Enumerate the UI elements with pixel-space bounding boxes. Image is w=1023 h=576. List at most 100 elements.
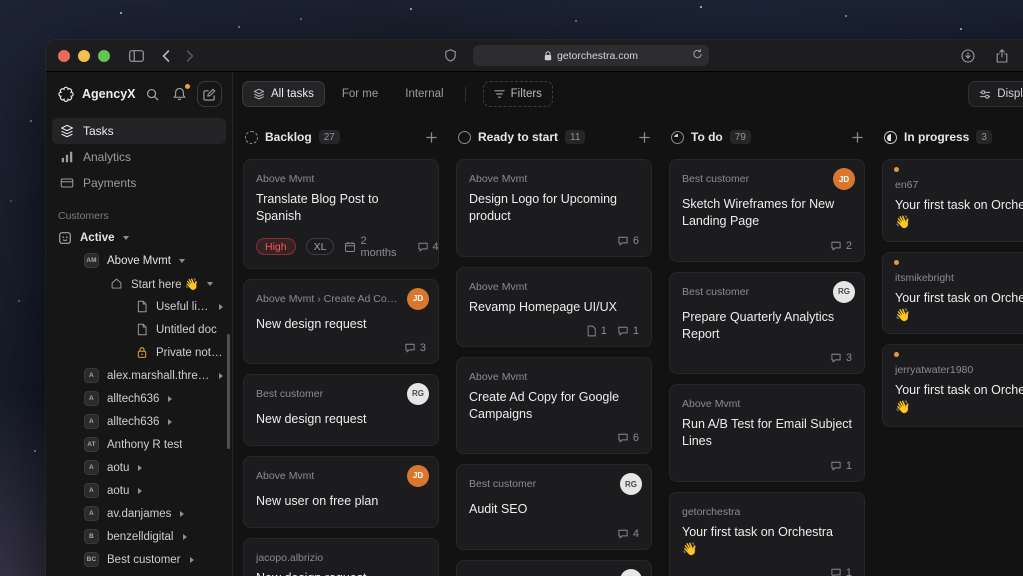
card-title: Sketch Wireframes for New Landing Page	[682, 196, 852, 231]
comment-icon	[617, 528, 629, 540]
reload-icon[interactable]	[692, 48, 703, 63]
add-task-icon[interactable]	[639, 132, 650, 143]
notifications-bell-icon[interactable]	[169, 83, 191, 105]
tree-item-alltech636-2[interactable]: A alltech636	[46, 410, 232, 433]
card-customer: jacopo.albrizio	[256, 549, 426, 564]
workspace-name[interactable]: AgencyX	[82, 87, 136, 101]
window-controls	[58, 50, 110, 62]
customers-tree: Active AM Above Mvmt Start here 👋	[46, 226, 232, 571]
task-card[interactable]: en67 Your first task on Orchestra 👋	[882, 159, 1023, 242]
layers-icon	[253, 88, 265, 100]
comments-meta: 1	[617, 325, 639, 337]
browser-sidebar-icon[interactable]	[124, 45, 148, 67]
tree-item-private-notes[interactable]: Private notes with the ...	[46, 341, 232, 364]
card-list: Above Mvmt Translate Blog Post to Spanis…	[243, 159, 439, 576]
tree-label: aotu	[107, 462, 129, 474]
task-card[interactable]: Above Mvmt JD New user on free plan	[243, 456, 439, 528]
ready-status-icon	[458, 131, 471, 144]
tree-item-best-customer[interactable]: BC Best customer	[46, 548, 232, 571]
sidebar-item-analytics[interactable]: Analytics	[52, 144, 226, 170]
card-title: New design request	[256, 316, 426, 333]
tree-label: Above Mvmt	[107, 255, 171, 267]
tree-label: aotu	[107, 485, 129, 497]
chevron-down-icon	[123, 236, 129, 243]
address-bar[interactable]: getorchestra.com	[473, 45, 710, 66]
sidebar-item-payments[interactable]: Payments	[52, 170, 226, 196]
tree-item-aotu-2[interactable]: A aotu	[46, 479, 232, 502]
task-card[interactable]: Above Mvmt Translate Blog Post to Spanis…	[243, 159, 439, 269]
forward-icon[interactable]	[178, 45, 202, 67]
card-list: Best customer JD Sketch Wireframes for N…	[669, 159, 865, 576]
compose-button[interactable]	[197, 81, 222, 107]
tree-label: Start here 👋	[131, 277, 199, 291]
tree-item-av-danjames[interactable]: A av.danjames	[46, 502, 232, 525]
tree-item-anthony-r-test[interactable]: AT Anthony R test	[46, 433, 232, 456]
backlog-status-icon	[245, 131, 258, 144]
filter-toolbar: All tasks For me Internal Filters	[233, 72, 1023, 116]
task-card[interactable]: itsmikebright Your first task on Orchest…	[882, 252, 1023, 335]
card-customer: Above Mvmt	[256, 170, 426, 185]
minimize-window-button[interactable]	[78, 50, 90, 62]
tree-label: av.danjames	[107, 508, 171, 520]
customer-avatar: A	[84, 506, 99, 521]
sidebar: AgencyX Tasks	[46, 72, 233, 576]
task-card[interactable]: Best customer RG New design request	[243, 374, 439, 446]
tree-item-active[interactable]: Active	[46, 226, 232, 249]
search-icon[interactable]	[142, 83, 164, 105]
tree-item-aotu-1[interactable]: A aotu	[46, 456, 232, 479]
task-card[interactable]: Above Mvmt › Create Ad Copy for Goog... …	[243, 279, 439, 364]
tree-item-alltech636-1[interactable]: A alltech636	[46, 387, 232, 410]
back-icon[interactable]	[154, 45, 178, 67]
task-card[interactable]: Above Mvmt Create Ad Copy for Google Cam…	[456, 357, 652, 455]
share-icon[interactable]	[990, 45, 1014, 67]
comment-icon	[830, 352, 842, 364]
task-card[interactable]: Above Mvmt Design Logo for Upcoming prod…	[456, 159, 652, 257]
task-card[interactable]: jacopo.albrizio New design request	[243, 538, 439, 576]
add-task-icon[interactable]	[426, 132, 437, 143]
task-card[interactable]: jerryatwater1980 Your first task on Orch…	[882, 344, 1023, 427]
customer-avatar: AM	[84, 253, 99, 268]
task-card[interactable]: getorchestra Your first task on Orchestr…	[669, 492, 865, 576]
task-card[interactable]: Best customer JD Sketch Wireframes for N…	[669, 159, 865, 262]
task-card[interactable]: Best customer RG Prepare Quarterly Analy…	[669, 272, 865, 375]
maximize-window-button[interactable]	[98, 50, 110, 62]
tree-item-untitled-doc[interactable]: Untitled doc	[46, 318, 232, 341]
tree-label: alltech636	[107, 393, 159, 405]
tree-label: alltech636	[107, 416, 159, 428]
credit-card-icon	[60, 176, 74, 190]
tree-item-above-mvmt[interactable]: AM Above Mvmt	[46, 249, 232, 272]
comment-count: 3	[420, 342, 426, 354]
document-icon	[136, 300, 148, 313]
tree-item-alex-marshall[interactable]: A alex.marshall.threads	[46, 364, 232, 387]
tree-item-start-here[interactable]: Start here 👋	[46, 272, 232, 295]
sidebar-scrollbar[interactable]	[227, 334, 230, 449]
display-button[interactable]: Display	[968, 81, 1023, 107]
card-customer: Best customer	[256, 385, 399, 400]
task-card[interactable]: Above Mvmt Revamp Homepage UI/UX 1	[456, 267, 652, 347]
task-card[interactable]: Above Mvmt Run A/B Test for Email Subjec…	[669, 384, 865, 482]
downloads-icon[interactable]	[956, 45, 980, 67]
customer-avatar: B	[84, 529, 99, 544]
comment-count: 1	[846, 567, 852, 576]
comment-icon	[830, 460, 842, 472]
add-task-icon[interactable]	[852, 132, 863, 143]
card-customer: Above Mvmt	[256, 467, 399, 482]
column-header: Ready to start 11	[456, 125, 652, 149]
filters-label: Filters	[511, 88, 542, 100]
sidebar-item-tasks[interactable]: Tasks	[52, 118, 226, 144]
task-card[interactable]: Best customer RG Audit SEO 4	[456, 464, 652, 549]
tab-all-tasks[interactable]: All tasks	[242, 81, 325, 107]
tree-item-benzelldigital[interactable]: B benzelldigital	[46, 525, 232, 548]
tab-internal[interactable]: Internal	[395, 81, 453, 107]
filters-button[interactable]: Filters	[483, 81, 553, 107]
task-card[interactable]: Best customer RG Fix Bug in Checkout Pro…	[456, 560, 652, 576]
comment-icon	[404, 342, 416, 354]
in-progress-status-icon	[884, 131, 897, 144]
tab-for-me[interactable]: For me	[332, 81, 388, 107]
tree-item-useful-links[interactable]: Useful links	[46, 295, 232, 318]
close-window-button[interactable]	[58, 50, 70, 62]
shield-icon[interactable]	[439, 45, 463, 67]
calendar-icon	[344, 241, 356, 253]
comment-icon	[417, 241, 429, 253]
card-list: Above Mvmt Design Logo for Upcoming prod…	[456, 159, 652, 576]
